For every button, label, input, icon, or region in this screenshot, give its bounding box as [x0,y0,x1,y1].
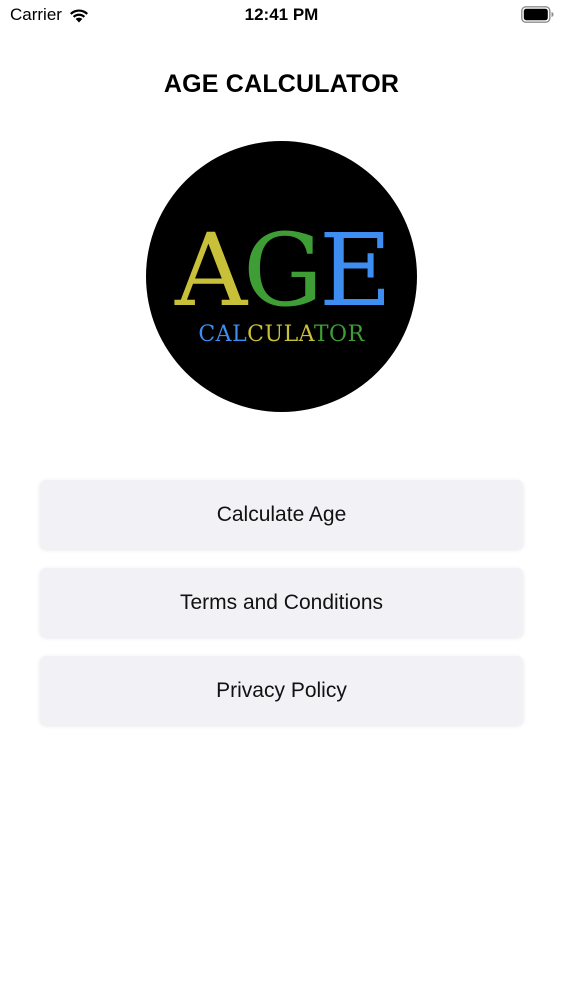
logo-sub-text: CALCULATOR [146,324,417,346]
logo-main-letter: E [319,212,392,329]
logo-sub-letter: C [198,322,216,347]
terms-and-conditions-button[interactable]: Terms and Conditions [40,568,523,637]
calculate-age-button[interactable]: Calculate Age [40,480,523,549]
logo-sub-letter: U [264,322,284,347]
logo-sub-letter: A [298,322,314,347]
logo-sub-letter: A [215,322,233,347]
logo-main-letter: A [174,212,247,329]
logo-sub-letter: T [313,322,330,347]
logo-sub-letter: L [232,322,248,347]
status-time: 12:41 PM [244,5,319,24]
logo-sub-letter: O [329,322,348,347]
page-title: AGE CALCULATOR [163,70,400,98]
status-bar: Carrier 12:41 PM [0,0,563,30]
privacy-policy-button[interactable]: Privacy Policy [40,656,523,725]
logo-sub-letter: R [347,322,365,347]
age-calculator-logo: AGE CALCULATOR [146,141,417,412]
logo-sub-letter: C [247,322,265,347]
logo-main-letter: G [243,212,323,329]
logo-main-text: AGE [146,221,417,321]
battery-icon [521,6,554,23]
screen: Carrier 12:41 PM AGE CALCULATOR AGE CALC… [0,0,563,1000]
logo-sub-letter: L [283,322,299,347]
